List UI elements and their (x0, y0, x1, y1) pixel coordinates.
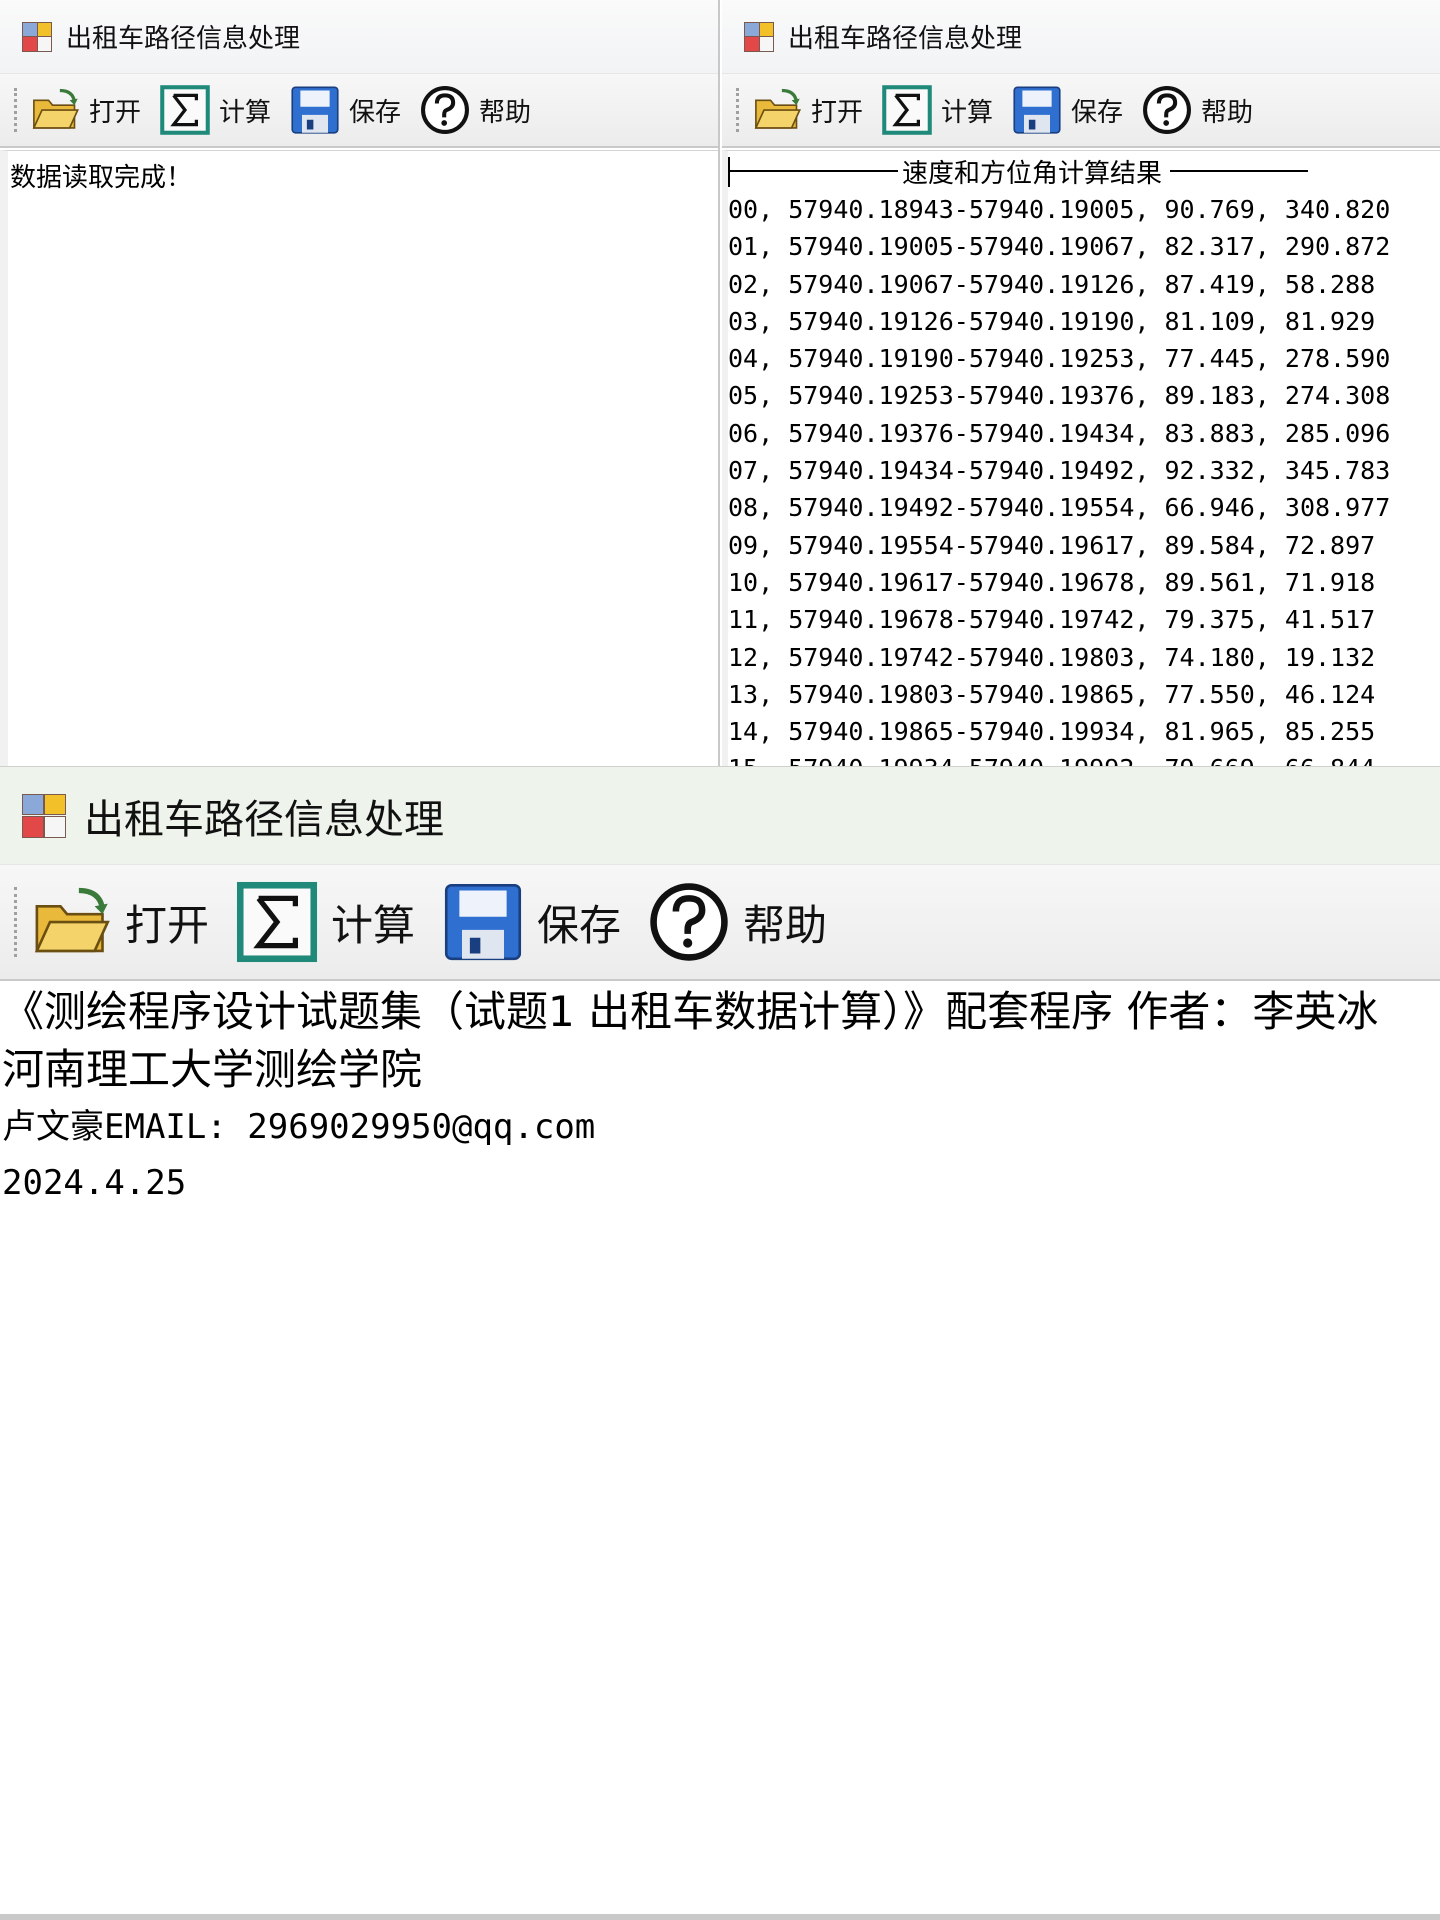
help-icon (647, 880, 731, 964)
result-rows: 00, 57940.18943-57940.19005, 90.769, 340… (728, 191, 1440, 766)
compute-button-label: 计算 (219, 97, 272, 128)
right-app-window: 出租车路径信息处理 打开 计算 保存 帮助 速度和方位角计算结果 00, 579… (722, 0, 1440, 766)
help-button[interactable]: 帮助 (419, 84, 531, 136)
window-title: 出租车路径信息处理 (84, 796, 444, 843)
help-button[interactable]: 帮助 (1141, 84, 1253, 136)
save-button[interactable]: 保存 (289, 84, 401, 136)
open-button[interactable]: 打开 (751, 84, 863, 136)
sigma-icon (159, 84, 211, 136)
toolbar-grip[interactable] (14, 887, 17, 957)
status-message: 数据读取完成！ (10, 163, 193, 193)
result-row: 09, 57940.19554-57940.19617, 89.584, 72.… (728, 530, 1376, 560)
header-rule-left (728, 170, 898, 172)
toolbar: 打开 计算 保存 帮助 (0, 74, 718, 148)
floppy-disk-icon (289, 84, 341, 136)
app-icon (22, 793, 66, 838)
result-row: 00, 57940.18943-57940.19005, 90.769, 340… (728, 195, 1391, 224)
toolbar: 打开 计算 保存 帮助 (0, 865, 1440, 981)
result-header: 速度和方位角计算结果 (728, 151, 1440, 191)
about-line-school: 河南理工大学测绘学院 (2, 1045, 423, 1094)
save-button[interactable]: 保存 (1011, 84, 1123, 136)
header-rule-right (1170, 170, 1308, 172)
result-row: 10, 57940.19617-57940.19678, 89.561, 71.… (728, 567, 1376, 597)
help-button-label: 帮助 (479, 97, 532, 128)
save-button-label: 保存 (537, 900, 622, 950)
about-line-date: 2024.4.25 (2, 1163, 187, 1203)
open-button-label: 打开 (811, 97, 864, 128)
help-button-label: 帮助 (1201, 97, 1254, 128)
sigma-icon (881, 84, 933, 136)
result-row: 11, 57940.19678-57940.19742, 79.375, 41.… (728, 605, 1376, 635)
app-icon (22, 21, 52, 52)
result-row: 02, 57940.19067-57940.19126, 87.419, 58.… (728, 269, 1376, 299)
toolbar-grip[interactable] (736, 88, 739, 132)
help-button-label: 帮助 (743, 900, 828, 950)
about-text: 《测绘程序设计试题集（试题1 出租车数据计算）》配套程序 作者：李英冰 河南理工… (0, 983, 1440, 1211)
header-rule-tick (728, 157, 730, 187)
app-icon (744, 21, 774, 52)
compute-button[interactable]: 计算 (235, 880, 415, 964)
about-textbox[interactable]: 《测绘程序设计试题集（试题1 出租车数据计算）》配套程序 作者：李英冰 河南理工… (0, 983, 1440, 1920)
result-textbox[interactable]: 速度和方位角计算结果 00, 57940.18943-57940.19005, … (722, 150, 1440, 766)
window-title: 出租车路径信息处理 (66, 24, 301, 54)
compute-button-label: 计算 (331, 900, 416, 950)
result-row: 14, 57940.19865-57940.19934, 81.965, 85.… (728, 717, 1376, 747)
open-button-label: 打开 (89, 97, 142, 128)
window-title: 出租车路径信息处理 (788, 24, 1023, 54)
open-button-label: 打开 (125, 900, 210, 950)
toolbar-grip[interactable] (14, 88, 17, 132)
compute-button[interactable]: 计算 (159, 84, 271, 136)
result-row: 12, 57940.19742-57940.19803, 74.180, 19.… (728, 642, 1376, 672)
title-bar: 出租车路径信息处理 (0, 767, 1440, 865)
folder-open-icon (29, 84, 81, 136)
floppy-disk-icon (1011, 84, 1063, 136)
toolbar: 打开 计算 保存 帮助 (722, 74, 1440, 148)
bottom-app-window: 出租车路径信息处理 打开 计算 保存 帮助 《测绘程序设计试题集（试题1 出租车… (0, 766, 1440, 1920)
result-row: 07, 57940.19434-57940.19492, 92.332, 345… (728, 456, 1391, 486)
result-header-label: 速度和方位角计算结果 (900, 153, 1165, 190)
result-row: 15, 57940.19934-57940.19992, 79.669, 66.… (728, 750, 1440, 766)
save-button-label: 保存 (349, 97, 402, 128)
left-app-window: 出租车路径信息处理 打开 计算 保存 帮助 数据读取完成！ (0, 0, 720, 766)
window-bottom-edge (0, 1914, 1440, 1920)
help-icon (1141, 84, 1193, 136)
compute-button[interactable]: 计算 (881, 84, 993, 136)
folder-open-icon (29, 880, 113, 964)
result-row: 04, 57940.19190-57940.19253, 77.445, 278… (728, 344, 1391, 374)
result-row: 08, 57940.19492-57940.19554, 66.946, 308… (728, 493, 1391, 523)
open-button[interactable]: 打开 (29, 880, 209, 964)
compute-button-label: 计算 (941, 97, 994, 128)
floppy-disk-icon (441, 880, 525, 964)
about-line-email: 卢文豪EMAIL: 2969029950@qq.com (2, 1107, 596, 1147)
save-button-label: 保存 (1071, 97, 1124, 128)
help-icon (419, 84, 471, 136)
about-line-book: 《测绘程序设计试题集（试题1 出租车数据计算）》配套程序 作者：李英冰 (2, 987, 1379, 1036)
save-button[interactable]: 保存 (441, 880, 621, 964)
result-row: 03, 57940.19126-57940.19190, 81.109, 81.… (728, 306, 1376, 336)
output-textbox[interactable]: 数据读取完成！ (0, 150, 718, 766)
title-bar: 出租车路径信息处理 (722, 0, 1440, 74)
sigma-icon (235, 880, 319, 964)
result-row: 01, 57940.19005-57940.19067, 82.317, 290… (728, 232, 1391, 262)
open-button[interactable]: 打开 (29, 84, 141, 136)
result-row: 06, 57940.19376-57940.19434, 83.883, 285… (728, 418, 1391, 448)
folder-open-icon (751, 84, 803, 136)
result-row: 05, 57940.19253-57940.19376, 89.183, 274… (728, 381, 1391, 411)
title-bar: 出租车路径信息处理 (0, 0, 718, 74)
result-row: 13, 57940.19803-57940.19865, 77.550, 46.… (728, 679, 1376, 709)
help-button[interactable]: 帮助 (647, 880, 827, 964)
